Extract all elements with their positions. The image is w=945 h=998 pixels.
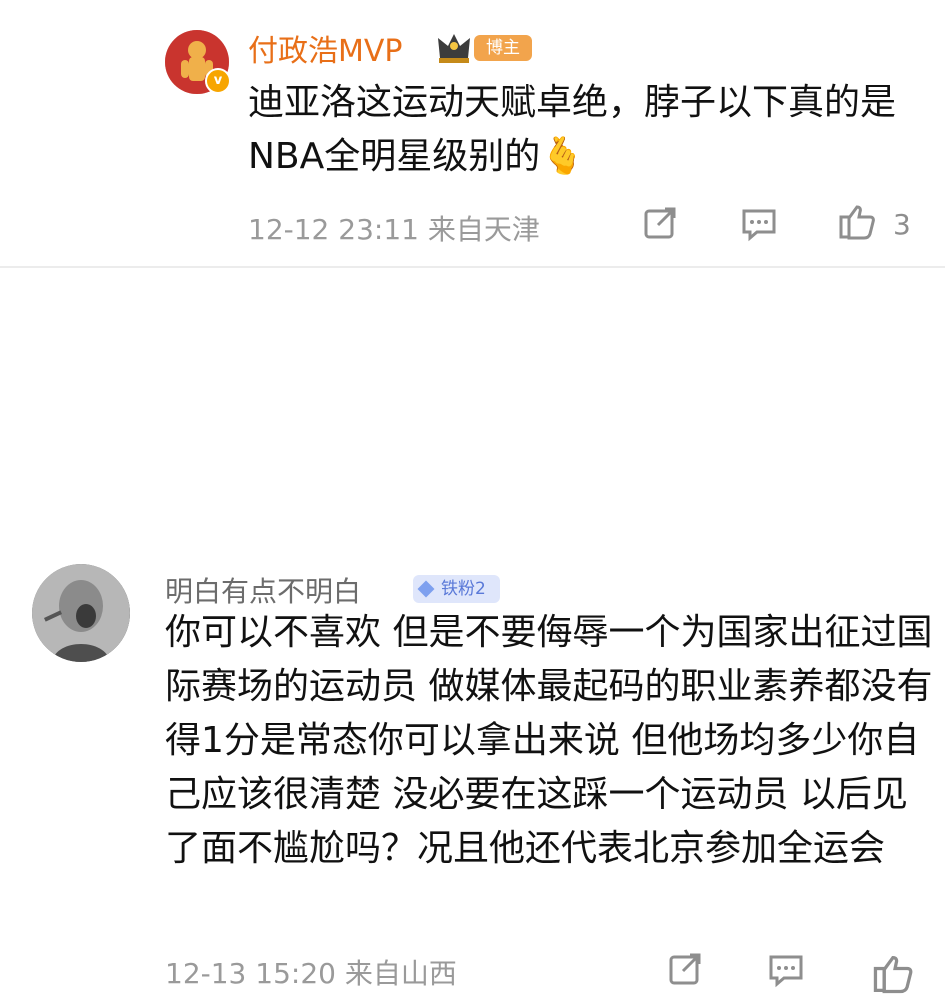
comment-text: 迪亚洛这运动天赋卓绝，脖子以下真的是NBA全明星级别的🫰: [248, 82, 897, 177]
comment-item-2: 明白有点不明白 铁粉2 你可以不喜欢 但是不要侮辱一个为国家出征过国际赛场的运动…: [0, 268, 945, 994]
location: 来自天津: [427, 213, 540, 246]
like-count: 3: [893, 208, 911, 241]
fan-badge-label: 铁粉2: [441, 579, 486, 599]
username[interactable]: 付政浩MVP: [248, 26, 403, 70]
like-icon[interactable]: [836, 200, 880, 244]
comment-icon[interactable]: [739, 204, 779, 244]
comment-meta: 12-12 23:11 来自天津: [248, 208, 540, 248]
avatar[interactable]: [32, 564, 130, 662]
crown-icon: [438, 34, 470, 63]
timestamp: 12-12 23:11: [248, 213, 419, 246]
like-icon[interactable]: [870, 950, 918, 998]
username[interactable]: 明白有点不明白: [165, 570, 361, 610]
diamond-icon: [417, 580, 435, 598]
blogger-badge: 博主: [474, 35, 532, 61]
avatar-illustration: [32, 564, 130, 662]
fan-badge: 铁粉2: [413, 575, 500, 603]
location: 来自山西: [344, 957, 457, 990]
timestamp: 12-13 15:20: [165, 957, 336, 990]
comment-meta: 12-13 15:20 来自山西: [165, 952, 457, 992]
comment-text: 你可以不喜欢 但是不要侮辱一个为国家出征过国际赛场的运动员 做媒体最起码的职业素…: [165, 612, 933, 869]
comment-icon[interactable]: [766, 950, 806, 990]
comment-item-1: v 付政浩MVP 博主 迪亚洛这运动天赋卓绝，脖子以下真的是NBA全明星级别的🫰…: [0, 0, 945, 268]
share-icon[interactable]: [640, 204, 680, 244]
verified-badge: v: [205, 68, 231, 94]
share-icon[interactable]: [665, 950, 705, 990]
